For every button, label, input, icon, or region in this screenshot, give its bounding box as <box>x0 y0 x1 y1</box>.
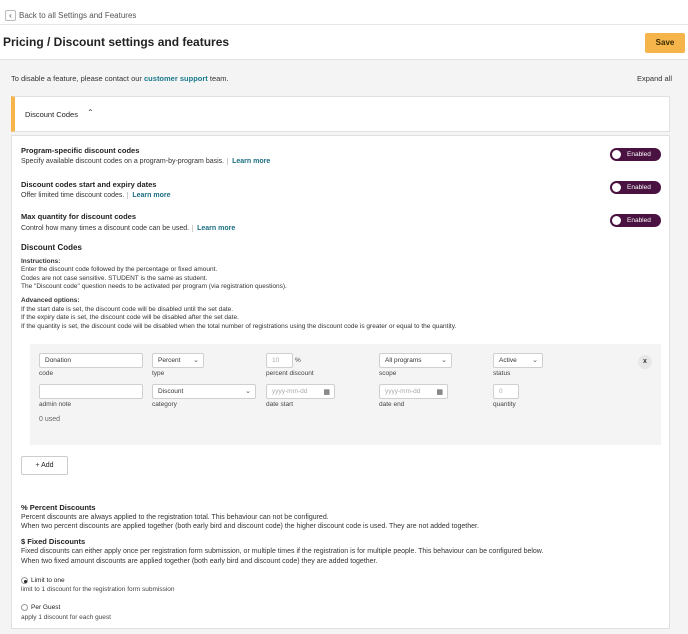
toggle-knob <box>612 183 621 192</box>
date-start-placeholder: yyyy-mm-dd <box>272 388 308 395</box>
date-start-input[interactable]: yyyy-mm-dd ▦ <box>266 384 335 399</box>
learn-more-link[interactable]: Learn more <box>192 225 236 232</box>
percent-input[interactable]: 10 <box>266 353 293 368</box>
back-link[interactable]: Back to all Settings and Features <box>19 10 136 21</box>
date-end-input[interactable]: yyyy-mm-dd ▦ <box>379 384 448 399</box>
per-guest-desc: apply 1 discount for each guest <box>21 614 111 621</box>
discount-codes-heading: Discount Codes <box>21 243 82 252</box>
feature-desc: Offer limited time discount codes. Learn … <box>21 192 171 199</box>
code-input[interactable]: Donation <box>39 353 143 368</box>
chevron-down-icon: ⌄ <box>245 388 251 395</box>
fixed-discounts-line: When two fixed amount discounts are appl… <box>21 558 378 565</box>
divider <box>0 24 688 25</box>
feature-desc: Specify available discount codes on a pr… <box>21 158 271 165</box>
code-label: code <box>39 370 54 377</box>
fixed-discounts-line: Fixed discounts can either apply once pe… <box>21 548 544 555</box>
support-info-suffix: team. <box>207 74 229 83</box>
instruction-line: Enter the discount code followed by the … <box>21 266 218 273</box>
support-info: To disable a feature, please contact our… <box>11 74 229 83</box>
limit-to-one-radio[interactable] <box>21 577 28 584</box>
date-start-label: date start <box>266 401 294 408</box>
feature-desc-text: Control how many times a discount code c… <box>21 225 190 232</box>
chevron-down-icon: ⌄ <box>441 357 447 364</box>
quantity-label: quantity <box>493 401 516 408</box>
date-end-placeholder: yyyy-mm-dd <box>385 388 421 395</box>
limit-to-one-desc: limit to 1 discount for the registration… <box>21 586 175 593</box>
feature-title: Program-specific discount codes <box>21 146 140 155</box>
scope-value: All programs <box>385 357 422 364</box>
feature-toggle[interactable]: Enabled <box>610 181 661 194</box>
quantity-input[interactable]: 0 <box>493 384 519 399</box>
remove-code-button[interactable]: x <box>638 355 652 369</box>
status-label: status <box>493 370 511 377</box>
add-code-button[interactable]: + Add <box>21 456 68 475</box>
page-title: Pricing / Discount settings and features <box>3 35 230 49</box>
used-count: 0 used <box>39 416 61 423</box>
percent-unit: % <box>295 357 301 364</box>
feature-desc: Control how many times a discount code c… <box>21 225 236 232</box>
per-guest-radio[interactable] <box>21 604 28 611</box>
advanced-line: If the quantity is set, the discount cod… <box>21 323 457 330</box>
expand-all-link[interactable]: Expand all <box>637 74 672 83</box>
advanced-options-label: Advanced options: <box>21 297 80 304</box>
status-select[interactable]: Active ⌄ <box>493 353 543 368</box>
type-label: type <box>152 370 165 377</box>
back-chevron-icon[interactable]: ‹ <box>5 10 16 21</box>
scope-label: scope <box>379 370 397 377</box>
toggle-label: Enabled <box>627 217 651 224</box>
support-info-prefix: To disable a feature, please contact our <box>11 74 145 83</box>
section-header-discount-codes[interactable]: Discount Codes ⌃ <box>11 96 670 132</box>
instructions-label: Instructions: <box>21 258 61 265</box>
section-title: Discount Codes <box>25 110 78 119</box>
instruction-line: Codes are not case sensitive. STUDENT is… <box>21 275 208 282</box>
toggle-label: Enabled <box>627 184 651 191</box>
calendar-icon[interactable]: ▦ <box>323 386 330 399</box>
category-select[interactable]: Discount ⌄ <box>152 384 256 399</box>
feature-toggle[interactable]: Enabled <box>610 148 661 161</box>
learn-more-link[interactable]: Learn more <box>227 158 271 165</box>
percent-discount-label: percent discount <box>266 370 314 377</box>
toggle-knob <box>612 216 621 225</box>
status-value: Active <box>499 357 517 364</box>
admin-note-input[interactable] <box>39 384 143 399</box>
feature-title: Discount codes start and expiry dates <box>21 180 157 189</box>
chevron-down-icon: ⌄ <box>193 357 199 364</box>
save-button[interactable]: Save <box>645 33 685 53</box>
fixed-discounts-title: $ Fixed Discounts <box>21 537 86 546</box>
per-guest-label[interactable]: Per Guest <box>31 604 60 611</box>
category-value: Discount <box>158 388 184 395</box>
scope-select[interactable]: All programs ⌄ <box>379 353 452 368</box>
limit-to-one-label[interactable]: Limit to one <box>31 577 65 584</box>
chevron-up-icon[interactable]: ⌃ <box>87 108 94 117</box>
advanced-line: If the start date is set, the discount c… <box>21 306 234 313</box>
type-value: Percent <box>158 357 181 364</box>
top-bar: ‹ Back to all Settings and Features Pric… <box>0 0 688 60</box>
chevron-down-icon: ⌄ <box>532 357 538 364</box>
feature-toggle[interactable]: Enabled <box>610 214 661 227</box>
toggle-knob <box>612 150 621 159</box>
percent-discounts-title: % Percent Discounts <box>21 503 96 512</box>
instruction-line: The "Discount code" question needs to be… <box>21 283 287 290</box>
feature-desc-text: Specify available discount codes on a pr… <box>21 158 225 165</box>
admin-note-label: admin note <box>39 401 72 408</box>
date-end-label: date end <box>379 401 405 408</box>
category-label: category <box>152 401 177 408</box>
type-select[interactable]: Percent ⌄ <box>152 353 204 368</box>
feature-title: Max quantity for discount codes <box>21 212 137 221</box>
learn-more-link[interactable]: Learn more <box>127 192 171 199</box>
customer-support-link[interactable]: customer support <box>144 74 208 83</box>
percent-discounts-line: When two percent discounts are applied t… <box>21 523 479 530</box>
percent-discounts-line: Percent discounts are always applied to … <box>21 514 329 521</box>
calendar-icon[interactable]: ▦ <box>436 386 443 399</box>
toggle-label: Enabled <box>627 151 651 158</box>
feature-desc-text: Offer limited time discount codes. <box>21 192 125 199</box>
advanced-line: If the expiry date is set, the discount … <box>21 314 239 321</box>
